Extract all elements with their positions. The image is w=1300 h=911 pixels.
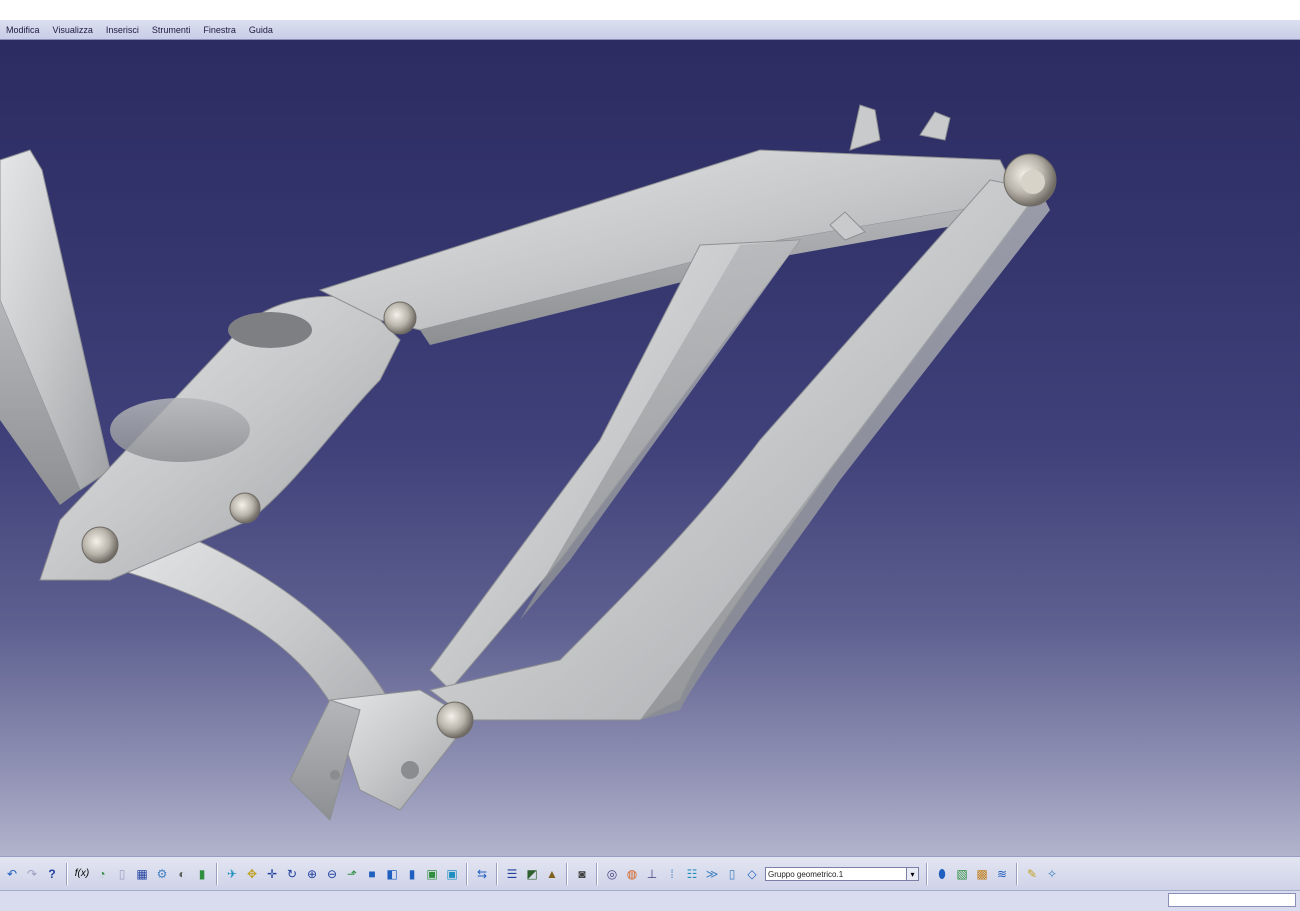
toolbar-separator xyxy=(566,862,568,885)
measure-icon[interactable]: ⇆ xyxy=(474,866,490,882)
work-object-icon[interactable]: ☷ xyxy=(684,866,700,882)
fit-all-icon[interactable]: ✥ xyxy=(244,866,260,882)
parameter-table-icon[interactable]: ▦ xyxy=(134,866,150,882)
undo-icon[interactable]: ↶ xyxy=(4,866,20,882)
toolbar-separator xyxy=(466,862,468,885)
hide-icon[interactable]: ▮ xyxy=(194,866,210,882)
menu-guida[interactable]: Guida xyxy=(249,25,282,35)
plane-icon[interactable]: ⊥ xyxy=(644,866,660,882)
normal-view-icon[interactable]: ⬏ xyxy=(344,866,360,882)
options-icon[interactable]: ✧ xyxy=(1044,866,1060,882)
swap-visible-icon[interactable]: ▣ xyxy=(424,866,440,882)
zoom-in-icon[interactable]: ⊕ xyxy=(304,866,320,882)
toolbar-separator xyxy=(66,862,68,885)
zoom-out-icon[interactable]: ⊖ xyxy=(324,866,340,882)
line-icon[interactable]: ◍ xyxy=(624,866,640,882)
point-icon[interactable]: ◎ xyxy=(604,866,620,882)
bottom-toolbar: ↶ ↷ ? f(x) ◔ ▯ ▦ ⚙ ◐ ▮ ✈ ✥ ✛ ↻ ⊕ ⊖ ⬏ ■ ◧… xyxy=(0,856,1300,890)
geometric-set-dropdown[interactable]: Gruppo geometrico.1 ▾ xyxy=(765,866,919,881)
menu-modifica[interactable]: Modifica xyxy=(6,25,49,35)
material-icon[interactable]: ◩ xyxy=(524,866,540,882)
render-style-icon[interactable]: ◧ xyxy=(384,866,400,882)
toolbar-separator xyxy=(216,862,218,885)
3d-viewport[interactable] xyxy=(0,40,1300,856)
toolbar-separator xyxy=(1016,862,1018,885)
catalog-icon[interactable]: ☰ xyxy=(504,866,520,882)
thickness-icon[interactable]: ▧ xyxy=(954,866,970,882)
chevron-down-icon[interactable]: ▾ xyxy=(907,866,919,881)
knowledge-advisor-icon[interactable]: ▩ xyxy=(974,866,990,882)
menu-strumenti[interactable]: Strumenti xyxy=(152,25,200,35)
axis-icon[interactable]: ⁞ xyxy=(664,866,680,882)
tree-icon[interactable]: ⚙ xyxy=(154,866,170,882)
title-area xyxy=(0,0,1300,20)
status-bar xyxy=(0,890,1300,911)
rotate-icon[interactable]: ↻ xyxy=(284,866,300,882)
tools-icon[interactable]: ✎ xyxy=(1024,866,1040,882)
surface-icon[interactable]: ▯ xyxy=(724,866,740,882)
toolbar-separator xyxy=(596,862,598,885)
bike-frame-model[interactable] xyxy=(0,40,1300,856)
settings-icon[interactable]: ≋ xyxy=(994,866,1010,882)
knowledge-icon[interactable]: ▯ xyxy=(114,866,130,882)
menu-bar: Modifica Visualizza Inserisci Strumenti … xyxy=(0,20,1300,40)
menu-visualizza[interactable]: Visualizza xyxy=(53,25,102,35)
formula-icon[interactable]: f(x) xyxy=(74,866,90,882)
menu-inserisci[interactable]: Inserisci xyxy=(106,25,148,35)
fly-mode-icon[interactable]: ✈ xyxy=(224,866,240,882)
multi-section-icon[interactable]: ◇ xyxy=(744,866,760,882)
menu-finestra[interactable]: Finestra xyxy=(203,25,245,35)
command-input[interactable] xyxy=(1168,893,1296,907)
whats-this-icon[interactable]: ? xyxy=(44,866,60,882)
analysis-icon[interactable]: ◐ xyxy=(174,866,190,882)
views-icon[interactable]: ■ xyxy=(364,866,380,882)
capture-icon[interactable]: ▲ xyxy=(544,866,560,882)
geometric-set-select[interactable]: Gruppo geometrico.1 xyxy=(765,866,907,881)
redo-icon[interactable]: ↷ xyxy=(24,866,40,882)
geometric-set-icon[interactable]: ≫ xyxy=(704,866,720,882)
create-view-icon[interactable]: ▣ xyxy=(444,866,460,882)
hide-show-icon[interactable]: ▮ xyxy=(404,866,420,882)
toolbar-separator xyxy=(926,862,928,885)
comment-icon[interactable]: ◔ xyxy=(94,866,110,882)
toolbar-separator xyxy=(496,862,498,885)
sweep-icon[interactable]: ⬮ xyxy=(934,866,950,882)
sketcher-icon[interactable]: ◙ xyxy=(574,866,590,882)
pan-icon[interactable]: ✛ xyxy=(264,866,280,882)
